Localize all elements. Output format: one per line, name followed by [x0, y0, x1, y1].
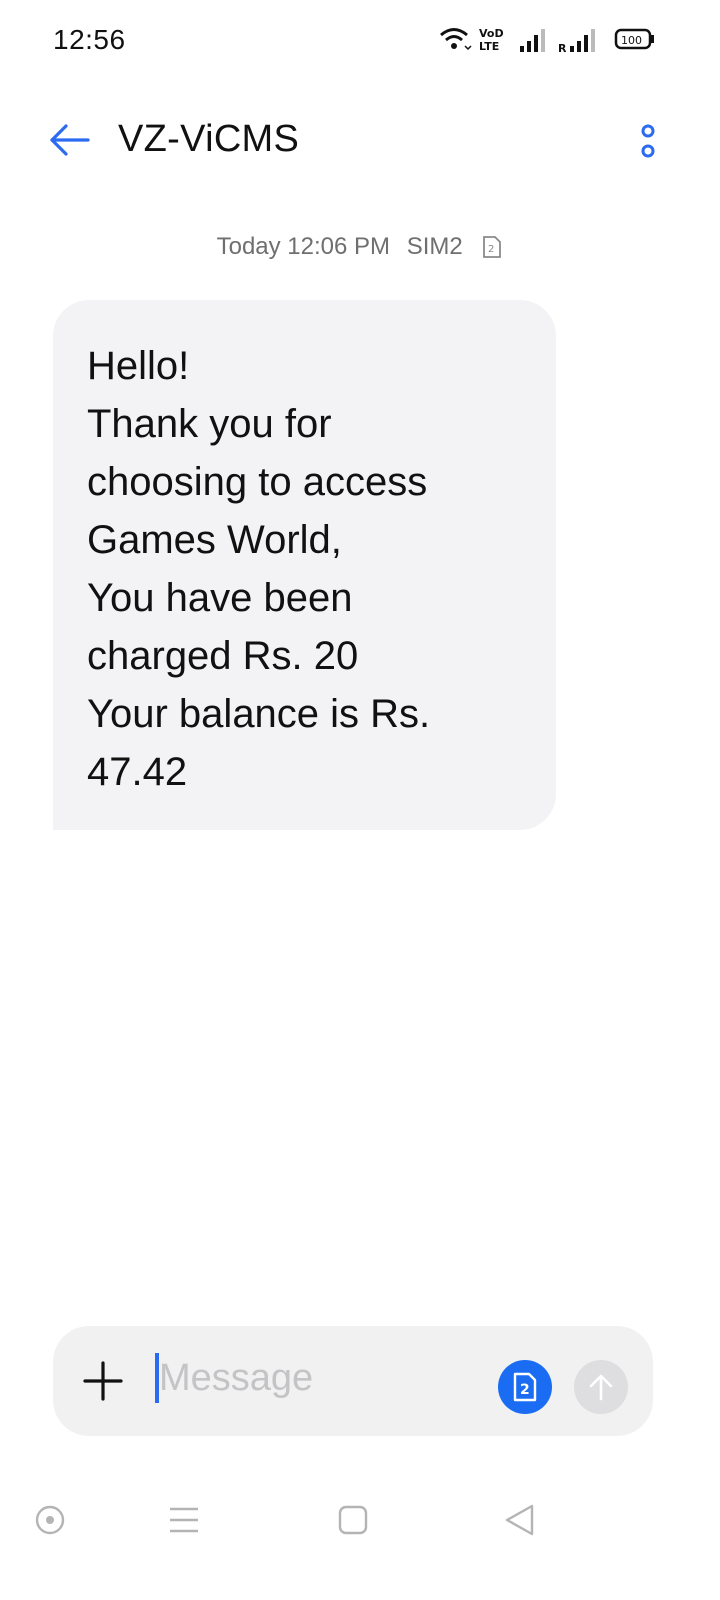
home-button[interactable]	[335, 1502, 371, 1538]
svg-text:LTE: LTE	[479, 40, 499, 53]
assistant-icon	[35, 1505, 65, 1535]
message-composer: 2	[53, 1326, 653, 1436]
message-input[interactable]	[159, 1350, 479, 1406]
add-attachment-button[interactable]	[83, 1361, 123, 1401]
status-icons: VoD LTE R 100	[438, 24, 658, 56]
svg-text:2: 2	[488, 244, 494, 255]
message-sim-label: SIM2	[406, 232, 463, 260]
svg-text:VoD: VoD	[479, 27, 504, 40]
sms-thread-screen: 12:56 VoD LTE R 100 VZ-ViCMS Today 12:06…	[0, 0, 720, 1600]
svg-text:R: R	[558, 42, 567, 55]
arrow-left-icon	[50, 124, 90, 156]
signal-sim1-icon	[520, 29, 545, 52]
conversation-header: VZ-ViCMS	[0, 100, 720, 180]
message-text: Hello! Thank you for choosing to access …	[87, 344, 431, 794]
contact-title: VZ-ViCMS	[118, 118, 300, 160]
signal-roaming-icon: R	[558, 29, 595, 55]
menu-icon	[170, 1507, 198, 1533]
incoming-message-bubble[interactable]: Hello! Thank you for choosing to access …	[53, 300, 556, 830]
more-vertical-icon	[641, 124, 655, 158]
more-options-button[interactable]	[632, 118, 664, 164]
battery-icon: 100	[614, 28, 654, 50]
wifi-icon	[440, 28, 472, 51]
plus-icon	[83, 1361, 123, 1401]
message-timestamp: Today 12:06 PM	[216, 232, 391, 260]
sim-select-button[interactable]: 2	[498, 1360, 552, 1414]
back-button[interactable]	[44, 116, 96, 164]
arrow-up-icon	[589, 1374, 613, 1401]
system-navigation-bar	[0, 1490, 720, 1550]
volte-icon: VoD LTE	[479, 27, 504, 53]
status-bar: 12:56 VoD LTE R 100	[0, 0, 720, 80]
battery-level: 100	[621, 34, 642, 47]
message-meta: Today 12:06 PM SIM2 2	[0, 232, 720, 264]
sim-select-label: 2	[520, 1382, 530, 1398]
status-clock: 12:56	[53, 24, 126, 55]
back-triangle-icon	[505, 1504, 534, 1536]
assistant-button[interactable]	[32, 1502, 68, 1538]
sim2-icon: 2	[481, 235, 503, 259]
send-button[interactable]	[574, 1360, 628, 1414]
sim2-icon: 2	[513, 1372, 537, 1402]
home-icon	[338, 1505, 368, 1535]
recents-button[interactable]	[166, 1502, 202, 1538]
back-nav-button[interactable]	[502, 1502, 538, 1538]
